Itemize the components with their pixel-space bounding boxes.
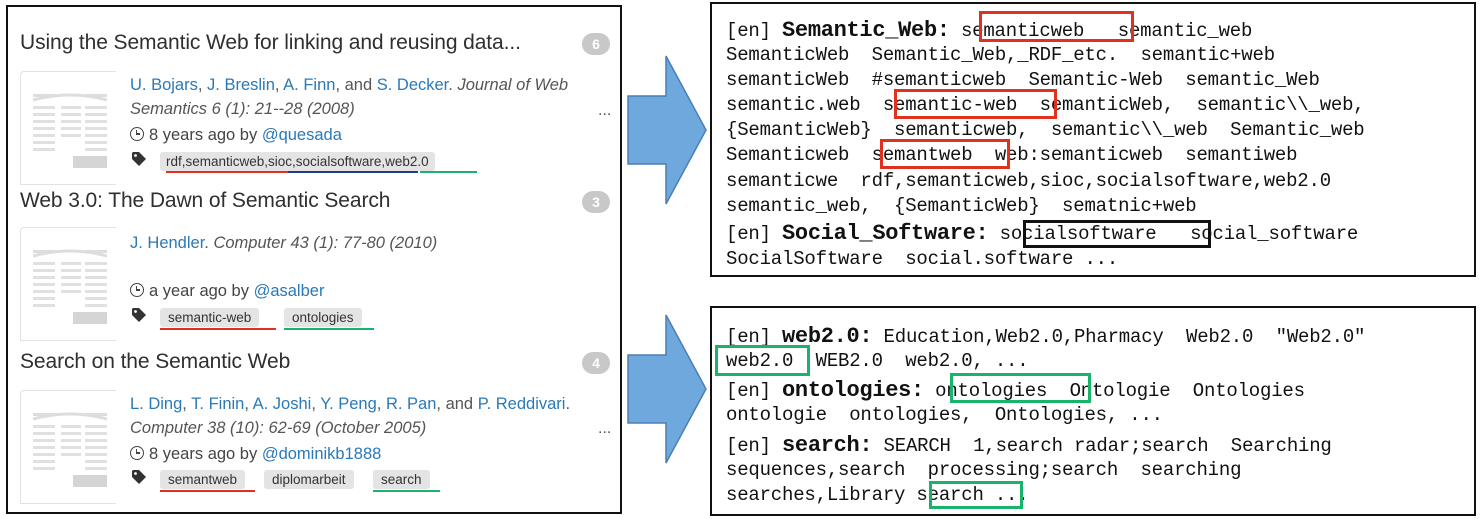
document-icon xyxy=(33,93,107,168)
entry-time: 8 years ago by xyxy=(149,445,258,463)
author-link[interactable]: Y. Peng xyxy=(320,395,377,413)
tag-icon xyxy=(132,308,146,322)
tag-icon xyxy=(132,470,146,484)
green-highlight-box xyxy=(950,373,1091,403)
entry-authors: U. Bojars, J. Breslin, A. Finn, and S. D… xyxy=(130,76,569,118)
variant-line: SemanticWeb Semantic_Web,_RDF_etc. seman… xyxy=(726,44,1275,66)
document-icon xyxy=(33,412,107,487)
tag[interactable]: ontologies xyxy=(284,308,362,327)
variant-line: {SemanticWeb} semanticweb, semantic\\_we… xyxy=(726,119,1365,141)
author-link[interactable]: P. Reddivari xyxy=(478,395,566,413)
entry-authors: L. Ding, T. Finin, A. Joshi, Y. Peng, R.… xyxy=(130,395,571,437)
document-thumbnail[interactable] xyxy=(20,390,116,504)
red-underline xyxy=(160,490,255,492)
user-link[interactable]: @dominikb1888 xyxy=(262,445,382,463)
arrow-right-icon xyxy=(627,314,707,464)
entry-time: 8 years ago by xyxy=(149,126,258,144)
tag[interactable]: semantweb xyxy=(160,470,246,489)
author-link[interactable]: L. Ding xyxy=(130,395,182,413)
count-badge: 4 xyxy=(582,352,610,374)
author-link[interactable]: J. Hendler xyxy=(130,234,204,252)
variant-line: SocialSoftware social.software ... xyxy=(726,248,1119,270)
red-highlight-box xyxy=(894,89,1057,119)
author-link[interactable]: A. Joshi xyxy=(253,395,312,413)
author-link[interactable]: J. Breslin xyxy=(207,76,275,94)
green-underline xyxy=(284,328,374,330)
document-thumbnail[interactable] xyxy=(20,71,116,185)
green-highlight-box xyxy=(929,481,1023,509)
more-button[interactable]: ... xyxy=(598,102,611,120)
entry-meta: 8 years ago by @dominikb1888 xyxy=(130,445,381,464)
venue: Computer 43 (1): 77-80 (2010) xyxy=(213,234,438,252)
author-link[interactable]: S. Decker xyxy=(377,76,449,94)
entry-title[interactable]: Search on the Semantic Web xyxy=(20,350,290,374)
author-link[interactable]: A. Finn xyxy=(283,76,335,94)
variant-line: [en] web2.0: Education,Web2.0,Pharmacy W… xyxy=(726,324,1366,349)
clock-icon xyxy=(130,283,144,297)
tag-row: rdf,semanticweb,sioc,socialsoftware,web2… xyxy=(130,149,610,173)
semantic-web-variants-box: [en] Semantic_Web: semanticweb semantic_… xyxy=(710,2,1476,277)
entry-meta: 8 years ago by @quesada xyxy=(130,126,342,145)
green-underline xyxy=(373,490,440,492)
concept-label: Semantic_Web: xyxy=(782,18,950,43)
red-highlight-box xyxy=(880,139,1010,169)
variant-line: semanticwe rdf,semanticweb,sioc,socialso… xyxy=(726,170,1331,192)
count-badge: 6 xyxy=(582,33,610,55)
entry-time: a year ago by xyxy=(149,282,249,300)
tag-row: semantweb diplomarbeit search xyxy=(130,467,460,492)
green-underline xyxy=(420,171,477,173)
entry-meta: a year ago by @asalber xyxy=(130,282,324,301)
bookmark-list-panel: Using the Semantic Web for linking and r… xyxy=(6,5,622,514)
tag[interactable]: search xyxy=(373,470,430,489)
user-link[interactable]: @asalber xyxy=(254,282,325,300)
concept-label: ontologies: xyxy=(782,378,924,403)
author-link[interactable]: R. Pan xyxy=(386,395,436,413)
tag[interactable]: rdf,semanticweb,sioc,socialsoftware,web2… xyxy=(160,152,435,171)
tag[interactable]: semantic-web xyxy=(160,308,260,327)
tag-icon xyxy=(132,152,146,166)
concept-label: search: xyxy=(782,433,873,458)
venue: Computer 38 (10): 62-69 (October 2005) xyxy=(130,419,427,437)
clock-icon xyxy=(130,127,144,141)
concept-label: Social_Software: xyxy=(782,221,989,246)
more-button[interactable]: ... xyxy=(598,420,611,438)
red-underline xyxy=(166,171,288,173)
entry-title[interactable]: Using the Semantic Web for linking and r… xyxy=(20,31,521,55)
venue: Semantics 6 (1): 21--28 (2008) xyxy=(130,100,355,118)
user-link[interactable]: @quesada xyxy=(262,126,342,144)
black-highlight-box xyxy=(1023,220,1211,248)
tag[interactable]: diplomarbeit xyxy=(264,470,354,489)
variant-line: sequences,search processing;search searc… xyxy=(726,459,1242,481)
red-highlight-box xyxy=(979,11,1134,42)
tag-variants-box: [en] web2.0: Education,Web2.0,Pharmacy W… xyxy=(710,306,1476,516)
variant-line: ontologie ontologies, Ontologies, ... xyxy=(726,404,1163,426)
venue: Journal of Web xyxy=(457,76,569,94)
author-link[interactable]: U. Bojars xyxy=(130,76,198,94)
variant-line: Semanticweb semantweb web:semanticweb se… xyxy=(726,144,1298,166)
green-highlight-box xyxy=(715,345,810,376)
entry-authors: J. Hendler. Computer 43 (1): 77-80 (2010… xyxy=(130,234,438,252)
clock-icon xyxy=(130,446,144,460)
count-badge: 3 xyxy=(582,191,610,213)
variant-line: semantic_web, {SemanticWeb} sematnic+web xyxy=(726,195,1197,217)
document-icon xyxy=(33,249,107,324)
red-underline xyxy=(160,328,276,330)
variant-line: semanticWeb #semanticweb Semantic-Web se… xyxy=(726,69,1320,91)
blue-underline xyxy=(288,171,418,173)
variant-line: [en] search: SEARCH 1,search radar;searc… xyxy=(726,433,1332,458)
arrow-right-icon xyxy=(627,55,707,205)
document-thumbnail[interactable] xyxy=(20,227,116,341)
tag-row: semantic-web ontologies xyxy=(130,305,430,330)
author-link[interactable]: T. Finin xyxy=(191,395,244,413)
entry-title[interactable]: Web 3.0: The Dawn of Semantic Search xyxy=(20,189,390,213)
